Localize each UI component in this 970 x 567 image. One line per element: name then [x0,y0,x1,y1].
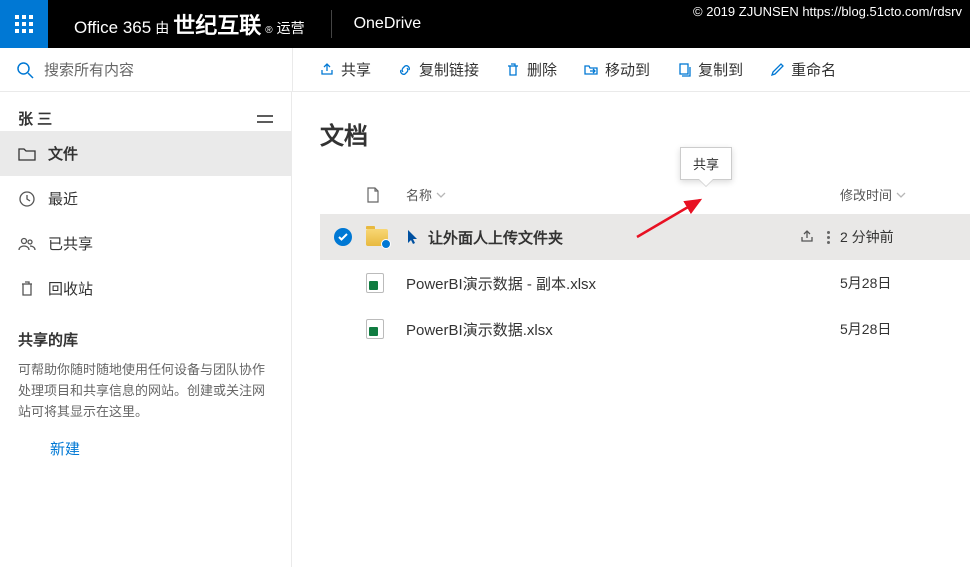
folder-icon [18,147,36,161]
item-modified: 2 分钟前 [840,227,894,247]
copy-to-button[interactable]: 复制到 [664,51,755,88]
link-icon [397,62,413,78]
copy-link-button[interactable]: 复制链接 [385,51,491,88]
move-to-button[interactable]: 移动到 [571,51,662,88]
share-tooltip: 共享 [680,147,732,180]
recycle-icon [18,281,36,297]
divider [331,10,332,38]
modified-column-header[interactable]: 修改时间 [840,185,970,204]
file-type-column-icon[interactable] [366,187,406,203]
item-modified: 5月28日 [840,273,891,293]
collapse-icon[interactable] [257,114,273,124]
clock-icon [18,191,36,207]
search-input[interactable]: 搜索所有内容 [0,48,292,92]
search-placeholder: 搜索所有内容 [44,59,134,80]
brand-label: Office 365 由 世纪互联® 运营 [48,8,321,40]
people-icon [18,237,36,251]
item-name: PowerBI演示数据.xlsx [406,319,553,340]
item-name: PowerBI演示数据 - 副本.xlsx [406,273,596,294]
chevron-down-icon [896,192,906,198]
item-modified: 5月28日 [840,319,891,339]
row-checkbox[interactable] [334,228,352,246]
left-nav: 张 三 文件 最近 已共享 回收站 共享的库 可帮助你随时随地使用任何设备与团队… [0,92,292,567]
trash-icon [505,62,521,78]
share-item-button[interactable] [799,229,815,245]
command-bar: 搜索所有内容 共享 复制链接 删除 移动到 复制到 重命名 [0,48,970,92]
nav-recycle[interactable]: 回收站 [0,266,291,311]
delete-button[interactable]: 删除 [493,51,569,88]
nav-shared[interactable]: 已共享 [0,221,291,266]
page-title: 文档 [320,116,970,151]
app-launcher-button[interactable] [0,0,48,48]
search-icon [16,61,34,79]
excel-file-icon [366,319,384,339]
item-name: 让外面人上传文件夹 [428,227,563,248]
copy-icon [676,62,692,78]
list-row[interactable]: PowerBI演示数据.xlsx 5月28日 [320,306,970,352]
chevron-down-icon [436,192,446,198]
share-button[interactable]: 共享 [307,51,383,88]
share-icon [319,62,335,78]
shared-folder-icon [366,229,388,246]
watermark-text: © 2019 ZJUNSEN https://blog.51cto.com/rd… [693,4,962,19]
annotation-arrow [632,192,712,242]
nav-recent[interactable]: 最近 [0,176,291,221]
edit-icon [769,62,785,78]
excel-file-icon [366,273,384,293]
shared-libraries-help: 可帮助你随时随地使用任何设备与团队协作处理项目和共享信息的网站。创建或关注网站可… [0,360,291,422]
more-actions-button[interactable] [827,231,830,244]
main-content: 文档 名称 修改时间 [292,92,970,567]
rename-button[interactable]: 重命名 [757,51,848,88]
app-name: OneDrive [342,15,422,33]
waffle-icon [15,15,33,33]
move-icon [583,62,599,78]
list-row[interactable]: PowerBI演示数据 - 副本.xlsx 5月28日 [320,260,970,306]
cursor-icon [406,229,420,245]
nav-files[interactable]: 文件 [0,131,291,176]
new-site-link[interactable]: 新建 [0,422,291,469]
shared-libraries-title: 共享的库 [0,311,291,360]
user-name: 张 三 [18,108,52,129]
